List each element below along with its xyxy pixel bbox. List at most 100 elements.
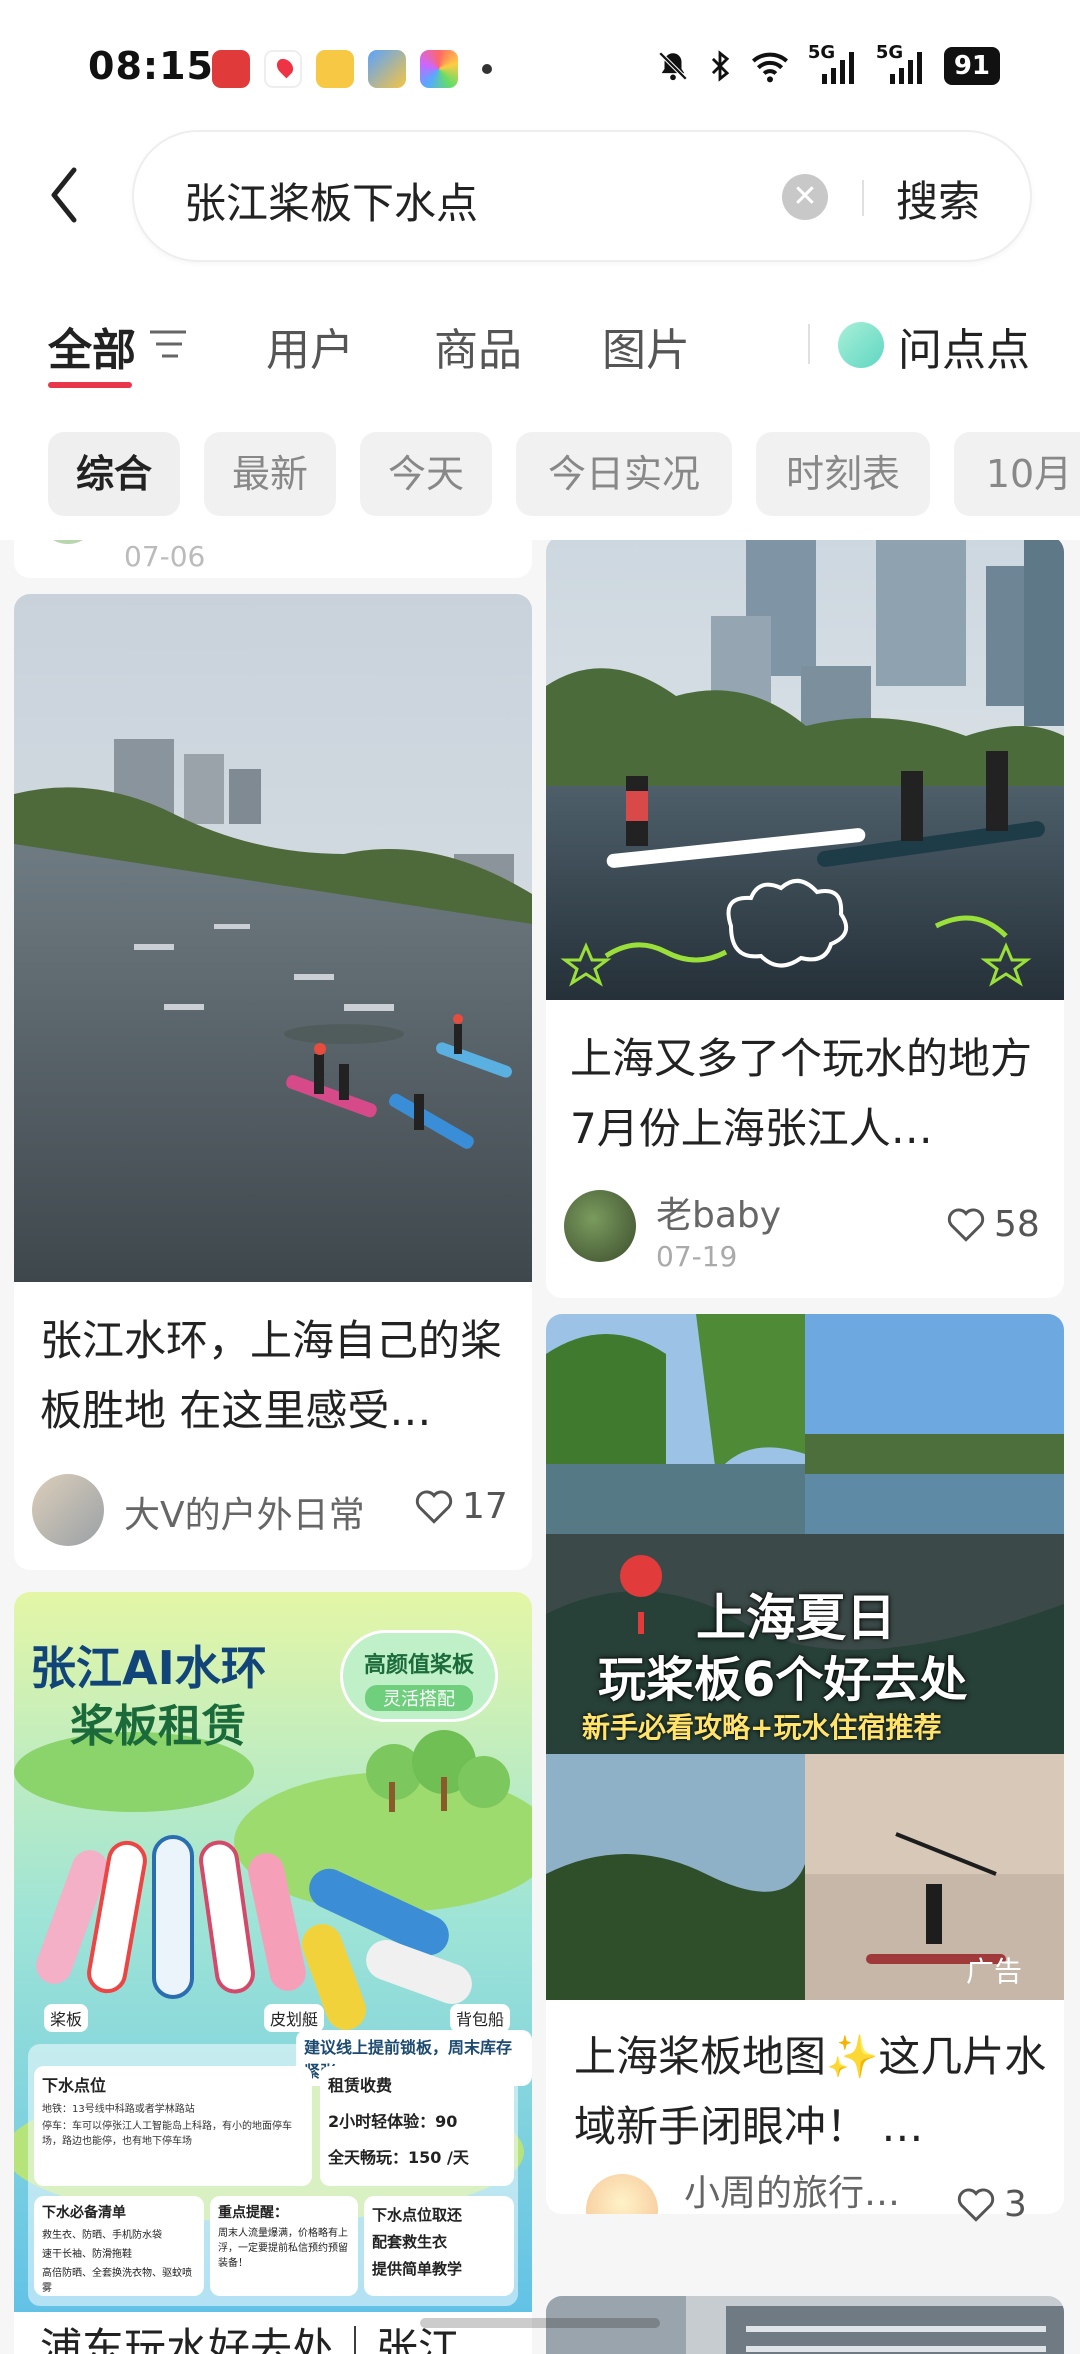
- info-box-text: 停车：车可以停张江人工智能岛上科路，有小的地面停车场，路边也能停，也有地下停车场: [42, 2121, 292, 2147]
- tab-images[interactable]: 图片: [602, 314, 690, 378]
- heart-icon: [415, 1490, 453, 1524]
- note-title: 上海桨板地图✨这几片水域新手闭眼冲！ …: [574, 2032, 1047, 2151]
- clear-search-button[interactable]: ✕: [782, 174, 828, 220]
- info-box-reminder: 重点提醒： 周末人流量爆满，价格略有上浮，一定要提前私信预约预留装备！: [210, 2196, 358, 2296]
- active-tab-indicator: [48, 382, 132, 388]
- search-divider: [862, 180, 864, 216]
- signal-2-icon: 5G: [876, 42, 926, 86]
- info-box-text: 速干长袖、防滑拖鞋: [42, 2249, 132, 2260]
- poster-badge-subtext: 灵活搭配: [365, 1685, 473, 1711]
- author-name: 老baby: [656, 1195, 782, 1236]
- like-count: 17: [462, 1486, 508, 1527]
- info-box-title: 下水必备清单: [42, 2205, 126, 2221]
- city-lake-paddleboard-photo: [546, 540, 1064, 1000]
- avatar: [564, 1190, 636, 1262]
- info-box-checklist: 下水必备清单 救生衣、防晒、手机防水袋 速干长袖、防滑拖鞋 高倍防晒、全套换洗衣…: [34, 2196, 204, 2296]
- chip-october[interactable]: 10月: [954, 432, 1080, 516]
- note-card[interactable]: 张江AI水环 桨板租赁 高颜值桨板 灵活搭配 桨板 皮划艇 背包船 建议线上提前…: [14, 1592, 532, 2354]
- poster-badge-text: 高颜值桨板: [363, 1653, 474, 1678]
- tab-divider: [808, 324, 810, 364]
- search-bar[interactable]: 张江桨板下水点 ✕ 搜索: [132, 130, 1032, 262]
- back-button[interactable]: [44, 160, 104, 230]
- notification-icons: [212, 50, 492, 88]
- filter-chips: 综合 最新 今天 今日实况 时刻表 10月: [0, 432, 1080, 516]
- avatar: [32, 1474, 104, 1546]
- chip-comprehensive[interactable]: 综合: [48, 432, 180, 516]
- poster-title: 张江AI水环: [30, 1641, 267, 1695]
- post-date: 07-06: [124, 540, 206, 573]
- poster-subtitle: 桨板租赁: [70, 1701, 246, 1752]
- board-label: 皮划艇: [264, 2004, 325, 2032]
- more-notifications-dot: [482, 64, 492, 74]
- chip-latest[interactable]: 最新: [204, 432, 336, 516]
- heart-icon: [957, 2188, 995, 2222]
- info-box-pricing: 租赁收费 2小时轻体验：90 全天畅玩：150 /天: [320, 2066, 514, 2186]
- search-button[interactable]: 搜索: [896, 168, 980, 229]
- bluetooth-icon: [711, 50, 730, 82]
- ad-image-title: 玩桨板6个好去处: [598, 1652, 968, 1708]
- like-button[interactable]: 17: [414, 1486, 508, 1527]
- mute-bell-icon: [658, 51, 688, 81]
- clock: 08:15: [88, 44, 214, 88]
- info-box-title: 下水点位: [42, 2076, 107, 2095]
- photos-app-icon: [420, 50, 458, 88]
- info-box-text: 下水点位取还: [372, 2206, 463, 2224]
- tab-users[interactable]: 用户: [266, 314, 354, 378]
- like-count: 58: [994, 1204, 1040, 1245]
- results-feed[interactable]: 07-06 张江水环，上海自己的桨板胜地 在这里感受… 大V的户外日常 17 张…: [0, 540, 1080, 2354]
- note-card-partial[interactable]: 07-06: [14, 540, 532, 578]
- board-label: 背包船: [450, 2004, 511, 2032]
- wifi-icon: [751, 52, 788, 83]
- chip-today-live[interactable]: 今日实况: [516, 432, 732, 516]
- author-name: 大V的户外日常: [124, 1495, 365, 1536]
- heart-icon: [947, 1208, 985, 1242]
- info-box-text: 高倍防晒、全套换洗衣物、驱蚊喷雾: [42, 2268, 192, 2294]
- info-box-location: 下水点位 地铁：13号线中科路或者学林路站 停车：车可以停张江人工智能岛上科路，…: [34, 2066, 312, 2186]
- red-app-icon: [212, 50, 250, 88]
- avatar: [38, 540, 98, 544]
- search-input[interactable]: 张江桨板下水点: [184, 170, 478, 231]
- info-box-services: 下水点位取还 配套救生衣 提供简单教学: [364, 2196, 514, 2296]
- map-pin-app-icon: [264, 50, 302, 88]
- note-title: 张江水环，上海自己的桨板胜地 在这里感受…: [40, 1316, 503, 1435]
- info-box-title: 重点提醒：: [218, 2205, 288, 2221]
- close-icon: ✕: [792, 179, 818, 214]
- sponsored-note-card[interactable]: 上海夏日 玩桨板6个好去处 新手必看攻略+玩水住宿推荐 广告 上海桨板地图✨这几…: [546, 1314, 1064, 2214]
- chip-today[interactable]: 今天: [360, 432, 492, 516]
- info-box-text: 提供简单教学: [372, 2260, 463, 2278]
- info-box-text: 救生衣、防晒、手机防水袋: [42, 2230, 162, 2241]
- info-box-text: 配套救生衣: [372, 2233, 448, 2251]
- avatar: [586, 2174, 658, 2214]
- ask-assistant-icon: [838, 322, 884, 368]
- tab-products[interactable]: 商品: [434, 314, 522, 378]
- info-box-text: 周末人流量爆满，价格略有上浮，一定要提前私信预约预留装备！: [218, 2228, 348, 2269]
- info-box-text: 地铁：13号线中科路或者学林路站: [42, 2104, 195, 2115]
- weather-icon: [368, 50, 406, 88]
- note-card[interactable]: 张江水环，上海自己的桨板胜地 在这里感受… 大V的户外日常 17: [14, 594, 532, 1570]
- weibo-icon: [316, 50, 354, 88]
- author-name: 小周的旅行…: [684, 2173, 901, 2214]
- ad-image-subtitle: 新手必看攻略+玩水住宿推荐: [582, 1711, 942, 1744]
- like-button[interactable]: 3: [956, 2184, 1027, 2225]
- tab-ask[interactable]: 问点点: [898, 314, 1030, 378]
- status-bar: 08:15 5G 5G 91: [0, 0, 1080, 130]
- info-box-text: 2小时轻体验：90: [328, 2112, 458, 2131]
- tab-all[interactable]: 全部: [48, 314, 136, 378]
- scroll-indicator: [420, 2318, 660, 2328]
- like-count: 3: [1004, 2184, 1027, 2225]
- like-button[interactable]: 58: [946, 1204, 1040, 1245]
- note-title: 上海又多了个玩水的地方 7月份上海张江人…: [570, 1034, 1033, 1153]
- category-tabs: 全部 用户 商品 图片 问点点: [0, 300, 1080, 400]
- post-date: 07-19: [656, 1240, 738, 1273]
- filter-lines-icon[interactable]: [148, 326, 188, 362]
- ad-badge: 广告: [966, 1955, 1023, 1988]
- chip-timetable[interactable]: 时刻表: [756, 432, 930, 516]
- info-box-text: 全天畅玩：150 /天: [328, 2148, 469, 2167]
- poster-badge: 高颜值桨板 灵活搭配: [340, 1630, 498, 1722]
- system-icons: 5G 5G 91: [656, 42, 1000, 86]
- signal-1-icon: 5G: [808, 42, 858, 86]
- board-label: 桨板: [44, 2004, 89, 2032]
- chevron-left-icon: [51, 167, 77, 223]
- info-box-title: 租赁收费: [328, 2076, 393, 2095]
- note-card[interactable]: 上海又多了个玩水的地方 7月份上海张江人… 老baby 07-19 58: [546, 540, 1064, 1298]
